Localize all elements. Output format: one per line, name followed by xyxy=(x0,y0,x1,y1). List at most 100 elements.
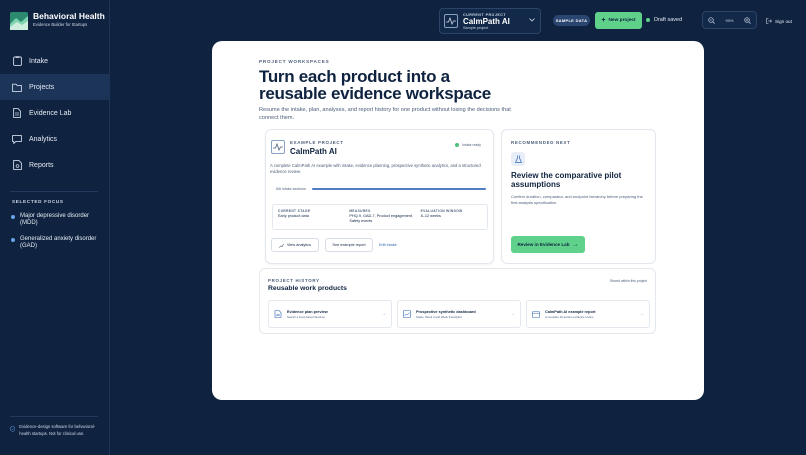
sign-out-label: Sign out xyxy=(775,18,792,24)
zoom-out-icon[interactable] xyxy=(708,16,716,24)
new-project-button[interactable]: + New project xyxy=(595,12,642,29)
pulse-icon xyxy=(444,14,458,28)
history-title: Reusable work products xyxy=(268,285,347,292)
stat-evaluation-window: EVALUATION WINDOW 8–12 weeks xyxy=(416,205,487,229)
workspace-label: PROJECT WORKSPACES xyxy=(259,59,330,64)
focus-item-label: Major depressive disorder (MDD) xyxy=(20,213,90,226)
focus-dot-icon xyxy=(11,238,15,242)
project-sub: Sample project xyxy=(463,25,489,30)
status-badge: Intake ready xyxy=(455,143,481,147)
see-report-button[interactable]: See example report xyxy=(325,238,373,252)
history-item-sub: Search 2 input-based direction xyxy=(287,314,325,319)
sign-out-button[interactable]: Sign out xyxy=(766,18,792,24)
history-item-evidence-plan[interactable]: Evidence plan preview Search 2 input-bas… xyxy=(268,300,392,328)
chart-icon xyxy=(279,243,284,248)
project-switcher[interactable]: CURRENT PROJECT CalmPath AI Sample proje… xyxy=(439,8,541,34)
history-item-dashboard[interactable]: Prospective synthetic dashboard Intake, … xyxy=(397,300,521,328)
status-badge-label: Intake ready xyxy=(462,143,481,147)
history-item-title: Prospective synthetic dashboard xyxy=(416,309,476,314)
sidebar-item-analytics[interactable]: Analytics xyxy=(0,126,110,152)
document-icon xyxy=(12,108,22,118)
stat-label: EVALUATION WINDOW xyxy=(420,209,463,213)
brand-subtitle: Evidence Builder for Startups xyxy=(33,22,88,27)
save-status-label: Draft saved xyxy=(654,17,683,23)
example-description: A complete CalmPath AI example with inta… xyxy=(270,163,481,174)
report-icon xyxy=(12,160,22,170)
zoom-level: 90% xyxy=(725,17,734,23)
focus-item[interactable]: Major depressive disorder (MDD) xyxy=(11,213,103,227)
page-title: Turn each product into a reusable eviden… xyxy=(259,67,491,103)
shield-check-icon xyxy=(10,426,16,432)
sidebar-item-intake[interactable]: Intake xyxy=(0,48,110,74)
sidebar-item-projects[interactable]: Projects xyxy=(0,74,110,100)
new-project-label: New project xyxy=(608,18,636,23)
focus-item[interactable]: Generalized anxiety disorder (GAD) xyxy=(11,236,103,250)
recommended-title: Review the comparative pilot assumptions xyxy=(511,171,622,189)
sidebar-footer: Evidence-design software for behavioral-… xyxy=(10,424,102,437)
edit-intake-link[interactable]: Edit intake xyxy=(379,243,397,247)
recommended-label: RECOMMENDED NEXT xyxy=(511,140,571,145)
history-item-title: Evidence plan preview xyxy=(287,309,328,314)
sidebar-item-label: Projects xyxy=(29,83,55,91)
intake-progress: 6/6 intake sections xyxy=(276,187,486,191)
sidebar-item-label: Evidence Lab xyxy=(29,109,72,117)
history-item-report[interactable]: CalmPath AI example report A complete 10… xyxy=(526,300,650,328)
history-list: Evidence plan preview Search 2 input-bas… xyxy=(268,300,650,328)
pulse-icon xyxy=(271,140,285,154)
project-label: CURRENT PROJECT xyxy=(463,12,507,17)
folder-icon xyxy=(12,82,22,92)
project-name: CalmPath AI xyxy=(463,16,510,26)
sign-out-icon xyxy=(766,18,772,24)
stat-label: CURRENT STAGE xyxy=(278,209,311,213)
flask-icon xyxy=(511,152,525,166)
focus-title: SELECTED FOCUS xyxy=(12,199,64,204)
sample-data-button[interactable]: SAMPLE DATA xyxy=(553,15,590,26)
arrow-right-icon: → xyxy=(639,311,644,317)
review-evidence-lab-button[interactable]: Review in Evidence Lab → xyxy=(511,236,585,253)
workspace-description: Resume the intake, plan, analyses, and r… xyxy=(259,107,511,121)
arrow-right-icon: → xyxy=(572,241,579,248)
stat-value: Early product data xyxy=(278,214,309,218)
focus-dot-icon xyxy=(11,215,15,219)
chat-icon xyxy=(12,134,22,144)
example-label: EXAMPLE PROJECT xyxy=(290,140,344,145)
sidebar-item-reports[interactable]: Reports xyxy=(0,152,110,178)
history-item-sub: A complete 10-section evidence review xyxy=(545,314,594,319)
save-status: Draft saved xyxy=(646,17,682,23)
history-label: PROJECT HISTORY xyxy=(268,278,320,283)
document-icon xyxy=(274,310,282,318)
status-dot-icon xyxy=(646,18,650,22)
stat-current-stage: CURRENT STAGE Early product data xyxy=(273,205,344,229)
arrow-right-icon: → xyxy=(381,311,386,317)
progress-fill xyxy=(311,188,486,190)
sidebar-item-label: Analytics xyxy=(29,135,58,143)
progress-bar xyxy=(311,188,486,190)
sidebar-item-label: Reports xyxy=(29,161,54,169)
workspace-panel: PROJECT WORKSPACES Turn each product int… xyxy=(212,41,704,400)
project-stats: CURRENT STAGE Early product data MEASURE… xyxy=(272,204,488,230)
sidebar: Behavioral Health Evidence Builder for S… xyxy=(0,0,110,455)
chevron-down-icon xyxy=(529,18,535,22)
history-item-sub: Intake, Week 4 and Week 8 analytics xyxy=(416,314,462,319)
stat-label: MEASURES xyxy=(349,209,371,213)
footer-text: Evidence-design software for behavioral-… xyxy=(19,424,96,436)
history-item-title: CalmPath AI example report xyxy=(545,309,596,314)
review-button-label: Review in Evidence Lab xyxy=(517,242,570,247)
brand-title: Behavioral Health xyxy=(33,11,105,21)
view-analytics-label: View analytics xyxy=(287,243,311,247)
view-analytics-button[interactable]: View analytics xyxy=(271,238,319,252)
project-history-card: PROJECT HISTORY Reusable work products S… xyxy=(259,268,656,334)
progress-label: 6/6 intake sections xyxy=(276,187,306,191)
brand-logo-icon xyxy=(10,12,28,30)
sidebar-item-evidence-lab[interactable]: Evidence Lab xyxy=(0,100,110,126)
sidebar-nav: Intake Projects Evidence Lab Analytics R… xyxy=(0,48,110,178)
clipboard-icon xyxy=(12,56,22,66)
zoom-in-icon[interactable] xyxy=(744,16,751,24)
sidebar-item-label: Intake xyxy=(29,57,49,65)
status-dot-icon xyxy=(455,143,460,147)
example-project-card: EXAMPLE PROJECT CalmPath AI Intake ready… xyxy=(265,129,494,264)
recommended-card: RECOMMENDED NEXT Review the comparative … xyxy=(501,129,656,264)
stat-measures: MEASURES PHQ-9, GAD-7, Product engagemen… xyxy=(344,205,415,229)
divider xyxy=(10,416,98,417)
brand[interactable]: Behavioral Health Evidence Builder for S… xyxy=(10,11,105,30)
